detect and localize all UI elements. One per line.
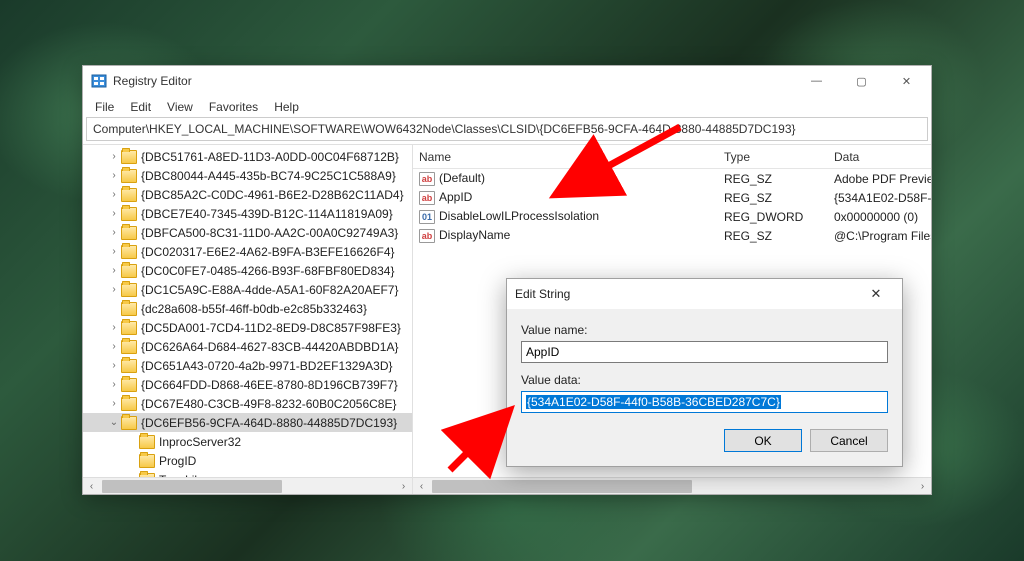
value-row[interactable]: abAppID REG_SZ {534A1E02-D58F-44f	[413, 188, 931, 207]
string-value-icon: ab	[419, 172, 435, 186]
close-button[interactable]: ✕	[884, 67, 929, 96]
value-name-field[interactable]	[521, 341, 888, 363]
value-data-label: Value data:	[521, 373, 888, 387]
window-title: Registry Editor	[113, 74, 794, 88]
chevron-right-icon[interactable]: ›	[107, 360, 121, 371]
tree-item[interactable]: ›{DC67E480-C3CB-49F8-8232-60B0C2056C8E}	[83, 394, 412, 413]
folder-icon	[121, 416, 137, 430]
chevron-right-icon[interactable]: ›	[107, 246, 121, 257]
folder-icon	[121, 207, 137, 221]
menu-file[interactable]: File	[87, 98, 122, 116]
dialog-title: Edit String	[515, 287, 570, 301]
regedit-icon	[91, 73, 107, 89]
tree-item[interactable]: ›{DC1C5A9C-E88A-4dde-A5A1-60F82A20AEF7}	[83, 280, 412, 299]
folder-icon	[121, 359, 137, 373]
value-row[interactable]: abDisplayName REG_SZ @C:\Program Files (…	[413, 226, 931, 245]
tree-item[interactable]: ›{DC5DA001-7CD4-11D2-8ED9-D8C857F98FE3}	[83, 318, 412, 337]
chevron-right-icon[interactable]: ›	[107, 265, 121, 276]
scroll-left-icon[interactable]: ‹	[83, 481, 100, 492]
value-name-label: Value name:	[521, 323, 888, 337]
menu-help[interactable]: Help	[266, 98, 307, 116]
tree-item[interactable]: ProgID	[83, 451, 412, 470]
tree-item[interactable]: {dc28a608-b55f-46ff-b0db-e2c85b332463}	[83, 299, 412, 318]
folder-icon	[121, 188, 137, 202]
scrollbar-thumb[interactable]	[102, 480, 282, 493]
chevron-right-icon[interactable]: ›	[107, 284, 121, 295]
minimize-button[interactable]: —	[794, 67, 839, 96]
menu-edit[interactable]: Edit	[122, 98, 159, 116]
menu-view[interactable]: View	[159, 98, 201, 116]
folder-icon	[121, 321, 137, 335]
edit-string-dialog[interactable]: Edit String ✕ Value name: Value data: {5…	[506, 278, 903, 467]
menu-favorites[interactable]: Favorites	[201, 98, 266, 116]
folder-icon	[121, 340, 137, 354]
ok-button[interactable]: OK	[724, 429, 802, 452]
dialog-buttons: OK Cancel	[521, 429, 888, 452]
address-bar[interactable]: Computer\HKEY_LOCAL_MACHINE\SOFTWARE\WOW…	[86, 117, 928, 141]
value-data-selected-text: {534A1E02-D58F-44f0-B58B-36CBED287C7C}	[526, 395, 781, 409]
chevron-right-icon[interactable]: ›	[107, 322, 121, 333]
list-hscrollbar[interactable]: ‹ ›	[413, 477, 931, 494]
folder-icon	[121, 397, 137, 411]
menubar: File Edit View Favorites Help	[83, 96, 931, 117]
scroll-right-icon[interactable]: ›	[395, 481, 412, 492]
dialog-titlebar[interactable]: Edit String ✕	[507, 279, 902, 309]
scrollbar-thumb[interactable]	[432, 480, 692, 493]
scroll-right-icon[interactable]: ›	[914, 481, 931, 492]
chevron-right-icon[interactable]: ›	[107, 189, 121, 200]
tree-pane[interactable]: ›{DBC51761-A8ED-11D3-A0DD-00C04F68712B} …	[83, 145, 413, 494]
tree-scroll[interactable]: ›{DBC51761-A8ED-11D3-A0DD-00C04F68712B} …	[83, 145, 412, 477]
string-value-icon: ab	[419, 229, 435, 243]
chevron-right-icon[interactable]: ›	[107, 379, 121, 390]
folder-icon	[121, 150, 137, 164]
chevron-right-icon[interactable]: ›	[107, 227, 121, 238]
folder-icon	[121, 245, 137, 259]
string-value-icon: ab	[419, 191, 435, 205]
tree-item[interactable]: ›{DBFCA500-8C31-11D0-AA2C-00A0C92749A3}	[83, 223, 412, 242]
tree-item[interactable]: ›{DC664FDD-D868-46EE-8780-8D196CB739F7}	[83, 375, 412, 394]
col-header-name[interactable]: Name	[413, 150, 718, 164]
folder-icon	[121, 283, 137, 297]
tree-hscrollbar[interactable]: ‹ ›	[83, 477, 412, 494]
dialog-body: Value name: Value data: {534A1E02-D58F-4…	[507, 309, 902, 466]
col-header-type[interactable]: Type	[718, 150, 828, 164]
value-list: ab(Default) REG_SZ Adobe PDF Preview abA…	[413, 169, 931, 245]
scroll-left-icon[interactable]: ‹	[413, 481, 430, 492]
tree-item[interactable]: ›{DBC80044-A445-435b-BC74-9C25C1C588A9}	[83, 166, 412, 185]
value-data-field[interactable]: {534A1E02-D58F-44f0-B58B-36CBED287C7C}	[521, 391, 888, 413]
folder-icon	[121, 226, 137, 240]
tree-item[interactable]: ›{DBCE7E40-7345-439D-B12C-114A11819A09}	[83, 204, 412, 223]
tree-item[interactable]: ›{DC0C0FE7-0485-4266-B93F-68FBF80ED834}	[83, 261, 412, 280]
folder-icon	[121, 264, 137, 278]
chevron-right-icon[interactable]: ›	[107, 341, 121, 352]
chevron-right-icon[interactable]: ›	[107, 170, 121, 181]
chevron-down-icon[interactable]: ⌄	[107, 417, 121, 428]
maximize-button[interactable]: ▢	[839, 67, 884, 96]
tree-item[interactable]: ›{DBC51761-A8ED-11D3-A0DD-00C04F68712B}	[83, 147, 412, 166]
tree-item[interactable]: InprocServer32	[83, 432, 412, 451]
folder-icon	[139, 454, 155, 468]
dialog-close-button[interactable]: ✕	[858, 280, 894, 308]
folder-icon	[121, 302, 137, 316]
chevron-right-icon[interactable]: ›	[107, 151, 121, 162]
tree-item[interactable]: ›{DC020317-E6E2-4A62-B9FA-B3EFE16626F4}	[83, 242, 412, 261]
tree-item-selected[interactable]: ⌄{DC6EFB56-9CFA-464D-8880-44885D7DC193}	[83, 413, 412, 432]
cancel-button[interactable]: Cancel	[810, 429, 888, 452]
chevron-right-icon[interactable]: ›	[107, 398, 121, 409]
folder-icon	[121, 169, 137, 183]
folder-icon	[121, 378, 137, 392]
dword-value-icon: 01	[419, 210, 435, 224]
tree-item[interactable]: ›{DC626A64-D684-4627-83CB-44420ABDBD1A}	[83, 337, 412, 356]
value-row[interactable]: 01DisableLowILProcessIsolation REG_DWORD…	[413, 207, 931, 226]
titlebar[interactable]: Registry Editor — ▢ ✕	[83, 66, 931, 96]
value-row[interactable]: ab(Default) REG_SZ Adobe PDF Preview	[413, 169, 931, 188]
chevron-right-icon[interactable]: ›	[107, 208, 121, 219]
tree-item[interactable]: ›{DBC85A2C-C0DC-4961-B6E2-D28B62C11AD4}	[83, 185, 412, 204]
tree-item[interactable]: ›{DC651A43-0720-4a2b-9971-BD2EF1329A3D}	[83, 356, 412, 375]
col-header-data[interactable]: Data	[828, 150, 931, 164]
folder-icon	[139, 435, 155, 449]
tree-item[interactable]: TypeLib	[83, 470, 412, 477]
list-header[interactable]: Name Type Data	[413, 145, 931, 169]
window-controls: — ▢ ✕	[794, 67, 929, 96]
